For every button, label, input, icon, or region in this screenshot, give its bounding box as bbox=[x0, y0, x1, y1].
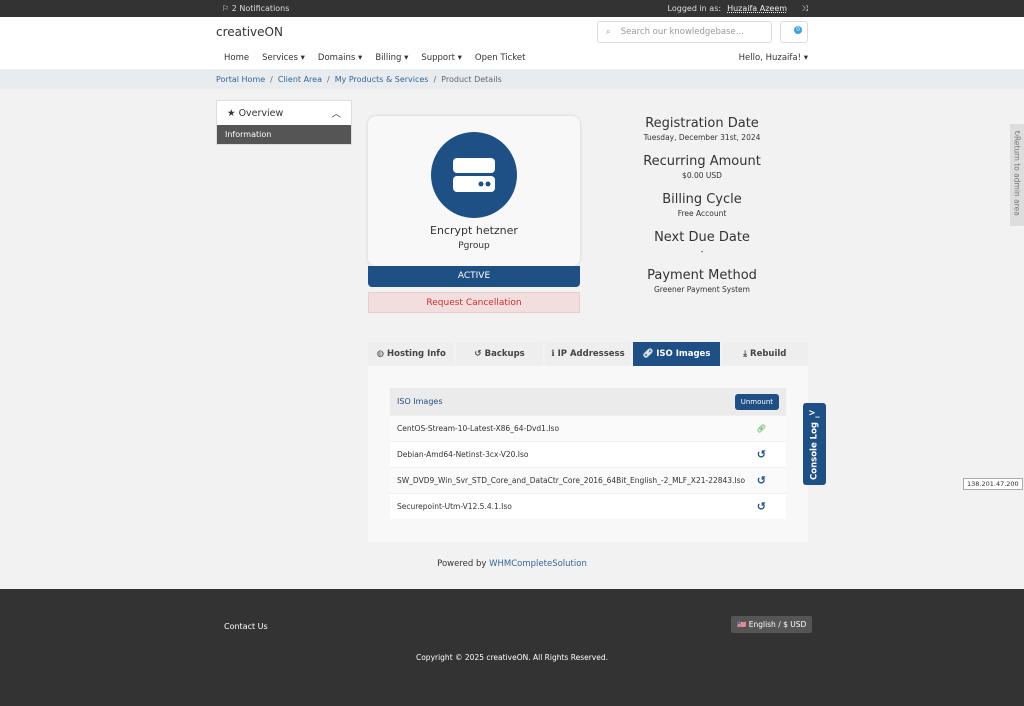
tab-hosting-info[interactable]: ◍ Hosting Info bbox=[368, 342, 455, 366]
user-menu[interactable]: Hello, Huzaifa! ▾ bbox=[739, 53, 808, 63]
iso-name: Securepoint-Utm-V12.5.4.1.Iso bbox=[397, 502, 512, 511]
logged-in-label: Logged in as: bbox=[667, 3, 722, 13]
undo-icon: ↺ bbox=[474, 349, 482, 359]
contact-us-link[interactable]: Contact Us bbox=[224, 622, 268, 631]
info-label: Next Due Date bbox=[654, 230, 750, 245]
footer: Contact Us 🇺🇸 English / $ USD Copyright … bbox=[0, 589, 1024, 706]
sidebar-header[interactable]: ★ Overview ︿ bbox=[217, 101, 351, 125]
top-bar: ⚐ 2 Notifications Logged in as: Huzaifa A… bbox=[0, 0, 1024, 17]
ip-address: 138.201.47.200 bbox=[963, 478, 1023, 490]
table-header: ISO Images Unmount bbox=[390, 388, 786, 415]
header: creativeON ⌕ Search our knowledgebase... … bbox=[0, 17, 1024, 47]
iso-name: CentOS-Stream-10-Latest-X86_64-Dvd1.Iso bbox=[397, 424, 560, 433]
language-selector[interactable]: 🇺🇸 English / $ USD bbox=[731, 616, 813, 633]
nav-billing[interactable]: Billing ▾ bbox=[375, 53, 408, 63]
return-to-admin-button[interactable]: ↻ Return to admin area bbox=[1010, 124, 1024, 226]
whmcs-link[interactable]: WHMCompleteSolution bbox=[489, 559, 587, 569]
crumb-products[interactable]: My Products & Services bbox=[335, 75, 429, 84]
info-label: Registration Date bbox=[645, 116, 759, 131]
star-icon: ★ bbox=[227, 107, 236, 119]
mount-icon[interactable]: ↺ bbox=[757, 448, 766, 461]
server-icon bbox=[431, 132, 517, 218]
info-value: Greener Payment System bbox=[654, 285, 750, 294]
product-name: Encrypt hetzner bbox=[430, 224, 518, 237]
table-row: SW_DVD9_Win_Svr_STD_Core_and_DataCtr_Cor… bbox=[390, 467, 786, 493]
link-icon: 🔗︎ bbox=[642, 349, 654, 359]
tab-iso-images[interactable]: 🔗︎ ISO Images bbox=[633, 342, 720, 366]
download-icon: ⤓ bbox=[743, 349, 748, 359]
nav-services[interactable]: Services ▾ bbox=[262, 53, 305, 63]
main-nav: Home Services ▾ Domains ▾ Billing ▾ Supp… bbox=[0, 47, 1024, 69]
iso-name: Debian-Amd64-Netinst-3cx-V20.Iso bbox=[397, 450, 529, 459]
shuffle-icon[interactable]: ⤨ bbox=[802, 4, 808, 13]
mounted-link-icon[interactable]: 🔗︎ bbox=[756, 424, 766, 433]
iso-name: SW_DVD9_Win_Svr_STD_Core_and_DataCtr_Cor… bbox=[397, 476, 746, 485]
table-row: Debian-Amd64-Netinst-3cx-V20.Iso ↺ bbox=[390, 441, 786, 467]
info-label: Payment Method bbox=[647, 268, 757, 283]
powered-by: Powered by WHMCompleteSolution bbox=[437, 559, 587, 569]
crumb-current: Product Details bbox=[441, 74, 502, 84]
cart-button[interactable]: 0 bbox=[780, 21, 808, 43]
nav-home[interactable]: Home bbox=[224, 53, 249, 63]
product-group: Pgroup bbox=[458, 241, 490, 251]
console-log-button[interactable]: Console Log >_ bbox=[803, 403, 826, 485]
info-icon: ℹ bbox=[551, 349, 555, 359]
product-info: Registration Date Tuesday, December 31st,… bbox=[600, 116, 804, 306]
info-label: Billing Cycle bbox=[662, 192, 742, 207]
crumb-portal-home[interactable]: Portal Home bbox=[216, 75, 265, 84]
breadcrumb: Portal Home / Client Area / My Products & … bbox=[0, 69, 1024, 89]
brand-logo[interactable]: creativeON bbox=[216, 25, 283, 39]
us-flag-icon: 🇺🇸 bbox=[737, 620, 747, 629]
nav-open-ticket[interactable]: Open Ticket bbox=[475, 53, 526, 63]
notifications-link[interactable]: ⚐ 2 Notifications bbox=[222, 4, 289, 13]
iso-panel: ISO Images Unmount CentOS-Stream-10-Lates… bbox=[368, 366, 808, 542]
crumb-client-area[interactable]: Client Area bbox=[278, 75, 322, 84]
tabs: ◍ Hosting Info ↺ Backups ℹ IP Addressess 🔗︎… bbox=[368, 342, 809, 366]
request-cancellation-button[interactable]: Request Cancellation bbox=[368, 292, 580, 313]
info-value: $0.00 USD bbox=[682, 171, 722, 180]
terminal-icon: >_ bbox=[808, 408, 821, 419]
nav-support[interactable]: Support ▾ bbox=[421, 53, 462, 63]
sidebar: ★ Overview ︿ Information bbox=[216, 100, 352, 145]
mount-icon[interactable]: ↺ bbox=[757, 500, 766, 513]
sidebar-item-information[interactable]: Information bbox=[217, 125, 351, 144]
user-link[interactable]: Huzaifa Azeem bbox=[727, 4, 787, 13]
iso-table: ISO Images Unmount CentOS-Stream-10-Lates… bbox=[390, 388, 786, 519]
globe-icon: ◍ bbox=[376, 349, 384, 359]
search-input[interactable]: ⌕ Search our knowledgebase... bbox=[597, 21, 772, 43]
tab-backups[interactable]: ↺ Backups bbox=[456, 342, 543, 366]
table-row: Securepoint-Utm-V12.5.4.1.Iso ↺ bbox=[390, 493, 786, 519]
mount-icon[interactable]: ↺ bbox=[757, 474, 766, 487]
status-badge: ACTIVE bbox=[368, 266, 580, 287]
nav-domains[interactable]: Domains ▾ bbox=[318, 53, 362, 63]
unmount-button[interactable]: Unmount bbox=[734, 393, 779, 410]
copyright: Copyright © 2025 creativeON. All Rights … bbox=[415, 653, 608, 662]
info-value: - bbox=[700, 247, 704, 256]
product-card: Encrypt hetzner Pgroup bbox=[368, 116, 580, 266]
info-value: Tuesday, December 31st, 2024 bbox=[643, 133, 761, 142]
info-value: Free Account bbox=[677, 209, 727, 218]
table-row: CentOS-Stream-10-Latest-X86_64-Dvd1.Iso 🔗… bbox=[390, 415, 786, 441]
cart-badge: 0 bbox=[794, 26, 802, 34]
tab-ip-addresses[interactable]: ℹ IP Addressess bbox=[544, 342, 632, 366]
search-icon: ⌕ bbox=[606, 27, 611, 37]
tab-rebuild[interactable]: ⤓ Rebuild bbox=[721, 342, 809, 366]
info-label: Recurring Amount bbox=[643, 154, 761, 169]
chevron-up-icon[interactable]: ︿ bbox=[331, 106, 341, 120]
